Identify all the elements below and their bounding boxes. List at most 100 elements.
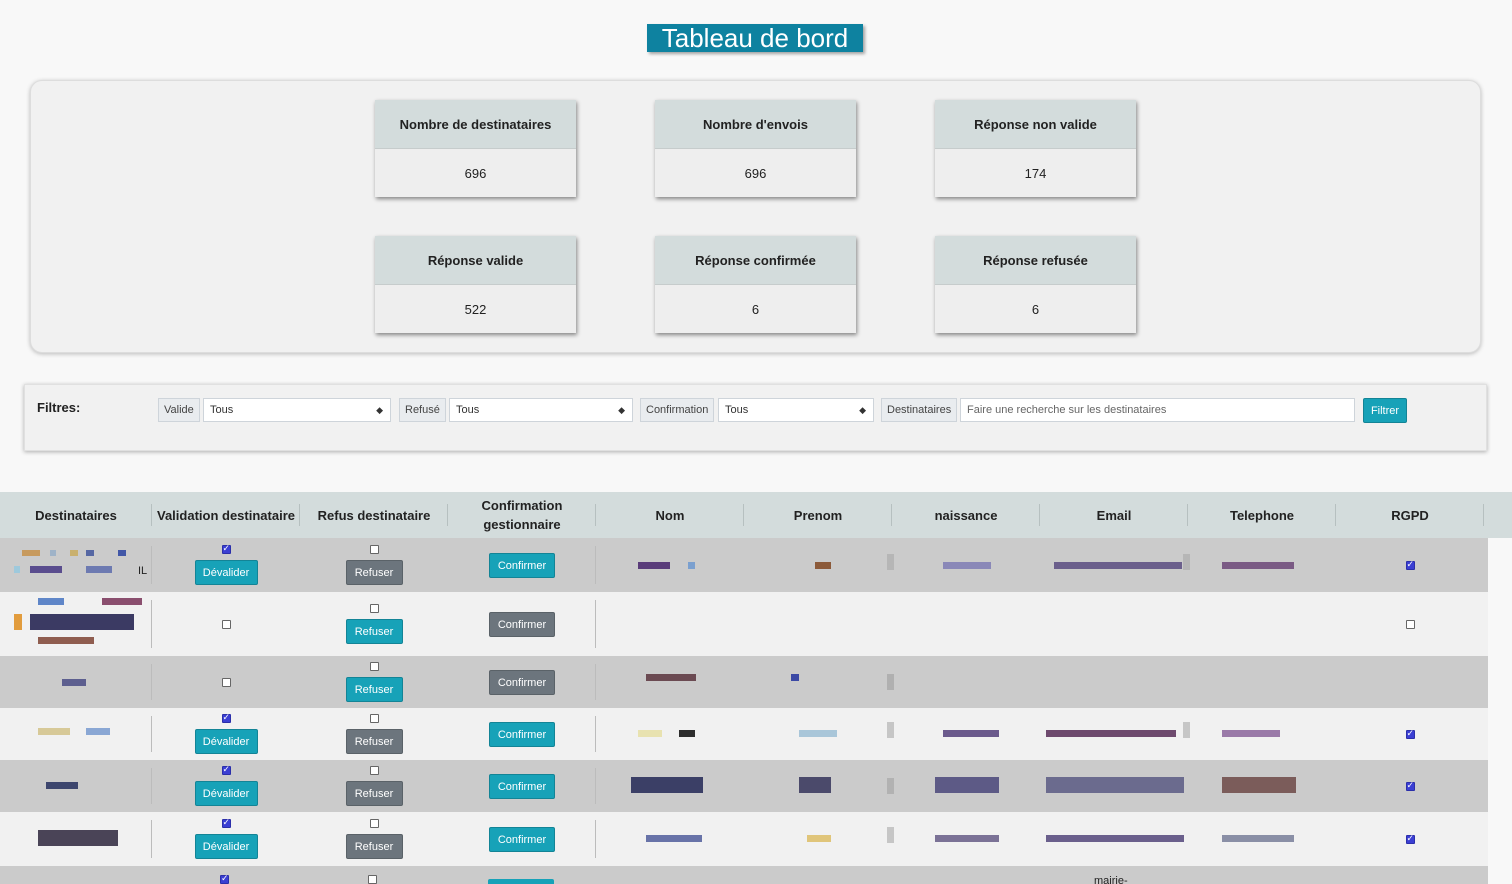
confirmation-select-value: Tous <box>725 404 749 416</box>
confirmation-select[interactable]: Tous ◆ <box>718 398 874 422</box>
validation-cell: Dévalider <box>152 760 300 812</box>
redacted-text <box>887 722 894 738</box>
stat-card-valide: Réponse valide 522 <box>375 236 576 333</box>
dest-suffix: IL <box>138 565 148 577</box>
redacted-text <box>815 562 831 569</box>
refuser-button[interactable]: Refuser <box>345 781 403 806</box>
devalider-button[interactable]: Dévalider <box>194 560 258 585</box>
col-header-email[interactable]: Email <box>1040 492 1188 538</box>
email-partial: mairie- <box>1094 875 1128 884</box>
redacted-text <box>799 777 831 793</box>
redacted-text <box>38 637 94 644</box>
redacted-text <box>935 835 999 842</box>
col-header-validation[interactable]: Validation destinataire <box>152 492 300 538</box>
refus-checkbox[interactable] <box>369 766 379 775</box>
stat-value: 696 <box>464 165 487 181</box>
select-arrows-icon: ◆ <box>859 405 866 415</box>
redacted-text <box>1222 835 1294 842</box>
col-header-rgpd[interactable]: RGPD <box>1336 492 1484 538</box>
refuser-button[interactable]: Refuser <box>345 619 403 644</box>
stat-value: 522 <box>464 301 487 317</box>
rgpd-cell <box>1336 708 1484 760</box>
devalider-button[interactable]: Dévalider <box>194 834 258 859</box>
stat-label: Réponse confirmée <box>655 236 856 285</box>
validation-checkbox[interactable] <box>221 712 231 723</box>
redacted-text <box>38 830 118 846</box>
col-header-nom[interactable]: Nom <box>596 492 744 538</box>
validation-checkbox[interactable] <box>221 619 231 629</box>
redacted-text <box>1183 722 1190 738</box>
redacted-text <box>1222 730 1280 737</box>
validation-checkbox[interactable] <box>221 817 231 828</box>
stat-label: Nombre de destinataires <box>375 100 576 149</box>
destinataires-addon: Destinataires <box>881 398 958 422</box>
refuser-button[interactable]: Refuser <box>345 834 403 859</box>
devalider-button[interactable]: Dévalider <box>194 729 258 754</box>
refuser-button[interactable]: Refuser <box>345 677 403 702</box>
refus-checkbox[interactable] <box>369 662 379 671</box>
redacted-text <box>62 679 86 686</box>
redacted-text <box>38 728 70 735</box>
divider <box>595 600 596 648</box>
filter-button[interactable]: Filtrer <box>1363 398 1407 423</box>
redacted-text <box>14 614 22 630</box>
refus-cell: Refuser <box>300 760 448 812</box>
validation-checkbox[interactable] <box>221 543 231 554</box>
rgpd-cell <box>1336 592 1484 656</box>
refus-checkbox[interactable] <box>369 714 379 723</box>
table-row: Refuser Confirmer <box>0 592 1488 656</box>
confirmer-button[interactable]: Confirmer <box>489 611 555 637</box>
redacted-text <box>1046 835 1184 842</box>
refuser-button[interactable]: Refuser <box>345 560 403 585</box>
confirmer-button[interactable]: Confirmer <box>489 721 555 747</box>
redacted-text <box>887 554 894 570</box>
redacted-text <box>1054 562 1182 569</box>
redacted-text <box>1222 562 1294 569</box>
validation-checkbox[interactable] <box>221 764 231 775</box>
refus-cell: Refuser <box>300 708 448 760</box>
refus-checkbox[interactable] <box>369 545 379 554</box>
stats-panel: Nombre de destinataires 696 Nombre d'env… <box>30 80 1481 353</box>
rgpd-checkbox[interactable] <box>1405 559 1415 570</box>
refus-checkbox[interactable] <box>369 604 379 613</box>
validation-checkbox[interactable] <box>221 677 231 687</box>
validation-cell: Dévalider <box>152 708 300 760</box>
table-row: Refuser Confirmer <box>0 656 1488 708</box>
refus-checkbox[interactable] <box>368 875 377 884</box>
refus-checkbox[interactable] <box>369 819 379 828</box>
select-arrows-icon: ◆ <box>376 405 383 415</box>
table-header: Destinataires Validation destinataire Re… <box>0 492 1512 538</box>
valide-select[interactable]: Tous ◆ <box>203 398 391 422</box>
confirmer-button[interactable]: Confirmer <box>489 773 555 799</box>
col-header-refus[interactable]: Refus destinataire <box>300 492 448 538</box>
col-header-naissance[interactable]: naissance <box>892 492 1040 538</box>
col-header-confirmation[interactable]: Confirmation gestionnaire <box>448 492 596 538</box>
redacted-text <box>646 674 696 681</box>
col-header-destinataires[interactable]: Destinataires <box>0 492 152 538</box>
confirmer-button[interactable]: Confirmer <box>489 669 555 695</box>
devalider-button[interactable]: Dévalider <box>194 781 258 806</box>
refuse-select[interactable]: Tous ◆ <box>449 398 633 422</box>
validation-checkbox[interactable] <box>220 873 229 884</box>
redacted-text <box>86 550 94 556</box>
redacted-text <box>799 730 837 737</box>
rgpd-checkbox[interactable] <box>1405 728 1415 739</box>
stat-label: Nombre d'envois <box>655 100 856 149</box>
destinataires-search-input[interactable]: Faire une recherche sur les destinataire… <box>960 398 1355 422</box>
rgpd-cell <box>1336 760 1484 812</box>
confirmer-button[interactable] <box>488 879 554 884</box>
redacted-text <box>1222 777 1296 793</box>
refus-cell: Refuser <box>300 656 448 708</box>
confirmer-button[interactable]: Confirmer <box>489 826 555 852</box>
rgpd-checkbox[interactable] <box>1405 780 1415 791</box>
validation-cell <box>152 592 300 656</box>
refuser-button[interactable]: Refuser <box>345 729 403 754</box>
rgpd-checkbox[interactable] <box>1405 619 1415 629</box>
stat-value: 174 <box>1024 165 1047 181</box>
col-header-prenom[interactable]: Prenom <box>744 492 892 538</box>
col-header-telephone[interactable]: Telephone <box>1188 492 1336 538</box>
confirmer-button[interactable]: Confirmer <box>489 552 555 578</box>
confirmation-cell: Confirmer <box>448 708 596 760</box>
rgpd-checkbox[interactable] <box>1405 833 1415 844</box>
redacted-text <box>1183 554 1190 570</box>
